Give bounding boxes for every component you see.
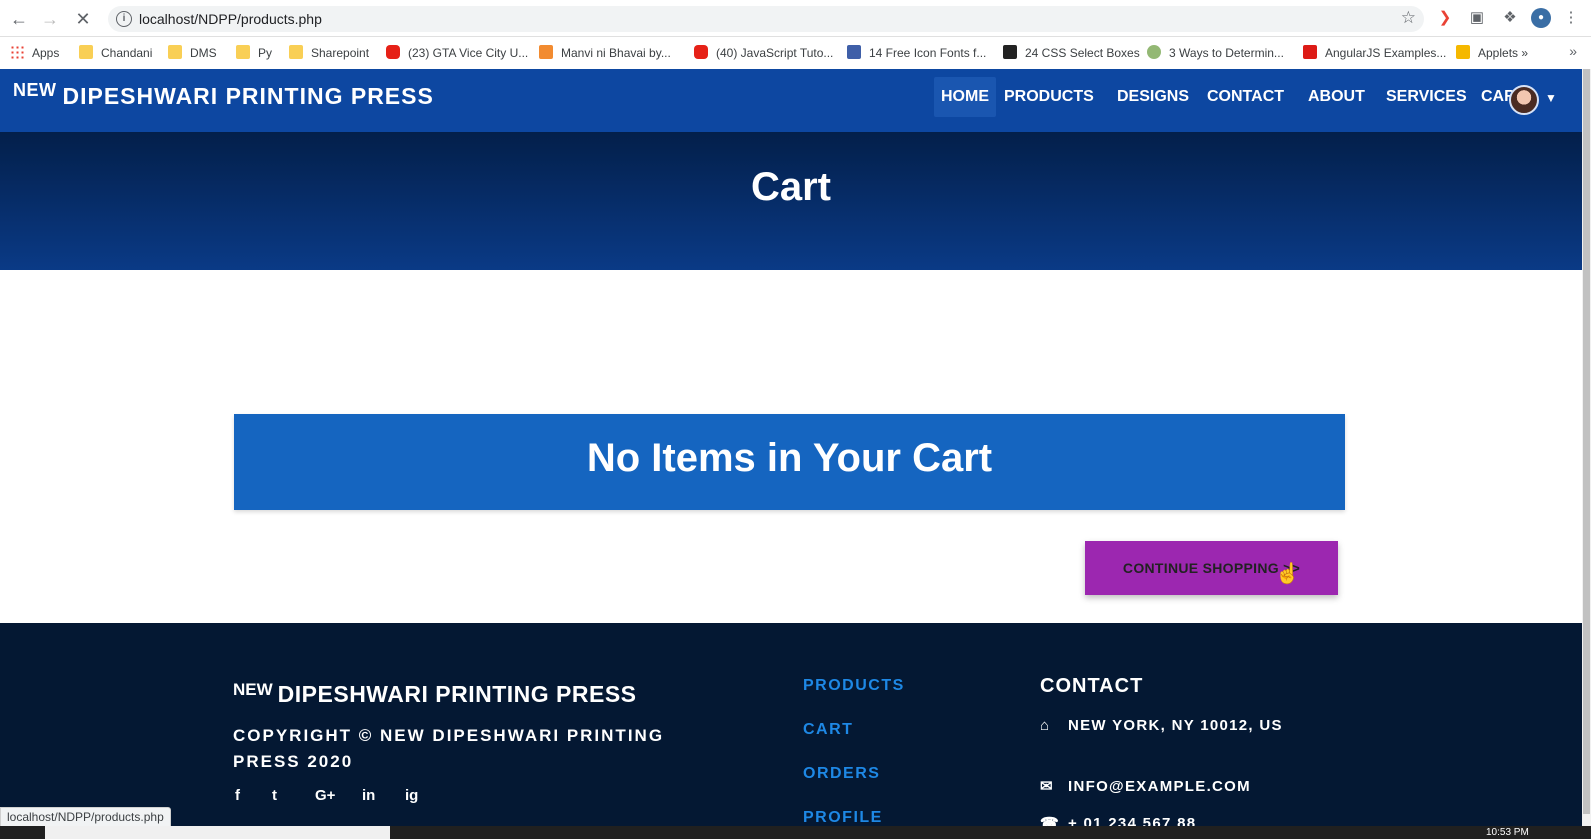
bookmark-css-select[interactable]: 24 CSS Select Boxes bbox=[1003, 43, 1140, 63]
nav-services[interactable]: SERVICES bbox=[1379, 77, 1474, 117]
linkedin-icon[interactable]: in bbox=[362, 787, 375, 804]
f-icon bbox=[1003, 45, 1017, 60]
scrollbar-thumb[interactable] bbox=[1583, 69, 1590, 814]
chevron-down-icon[interactable]: ▼ bbox=[1545, 91, 1557, 105]
bookmark-label: 24 CSS Select Boxes bbox=[1025, 46, 1140, 60]
bookmark-label: Apps bbox=[32, 46, 60, 60]
nav-designs[interactable]: DESIGNS bbox=[1110, 77, 1196, 117]
bookmark-angularjs[interactable]: AngularJS Examples... bbox=[1303, 43, 1446, 63]
fx-icon bbox=[847, 45, 861, 60]
bookmark-label: Applets » bbox=[1478, 46, 1529, 60]
bookmark-label: (40) JavaScript Tuto... bbox=[716, 46, 834, 60]
page-header: Cart bbox=[0, 132, 1582, 270]
bookmark-manvi[interactable]: Manvi ni Bhavai by... bbox=[539, 43, 671, 63]
footer-brand-name: DIPESHWARI PRINTING PRESS bbox=[277, 681, 637, 707]
nav-home[interactable]: HOME bbox=[934, 77, 996, 117]
instagram-icon[interactable]: ig bbox=[405, 787, 418, 804]
google-plus-icon[interactable]: G+ bbox=[315, 787, 335, 804]
bookmark-label: Manvi ni Bhavai by... bbox=[561, 46, 671, 60]
empty-cart-message: No Items in Your Cart bbox=[586, 436, 993, 480]
bookmark-label: Chandani bbox=[101, 46, 153, 60]
bookmark-javascript[interactable]: (40) JavaScript Tuto... bbox=[694, 43, 833, 63]
user-avatar[interactable] bbox=[1509, 85, 1539, 115]
site-footer: NEW DIPESHWARI PRINTING PRESS COPYRIGHT ©… bbox=[0, 623, 1582, 832]
bookmark-star-icon[interactable]: ☆ bbox=[1401, 8, 1416, 28]
envelope-icon: ✉ bbox=[1040, 778, 1054, 795]
brand-new: NEW bbox=[13, 80, 57, 100]
brand-logo[interactable]: NEW DIPESHWARI PRINTING PRESS bbox=[13, 80, 434, 110]
continue-shopping-button[interactable]: CONTINUE SHOPPING >> bbox=[1085, 541, 1338, 595]
bookmark-py[interactable]: Py bbox=[236, 43, 272, 63]
site-icon bbox=[539, 45, 553, 60]
taskbar-search[interactable] bbox=[45, 826, 390, 839]
url-text[interactable]: localhost/NDPP/products.php bbox=[139, 11, 322, 27]
profile-avatar-icon[interactable]: ● bbox=[1531, 8, 1551, 28]
bookmark-apps[interactable]: Apps bbox=[10, 43, 59, 63]
site-icon bbox=[1303, 45, 1317, 60]
os-taskbar: 10:53 PM bbox=[0, 826, 1591, 839]
camera-icon[interactable]: ▣ bbox=[1467, 8, 1487, 28]
bookmark-label: Py bbox=[258, 46, 273, 60]
status-bar-url: localhost/NDPP/products.php bbox=[0, 807, 171, 828]
more-bookmarks-icon[interactable]: » bbox=[1569, 43, 1577, 59]
bookmark-label: AngularJS Examples... bbox=[1325, 46, 1447, 60]
youtube-icon bbox=[694, 45, 708, 60]
taskbar-clock: 10:53 PM bbox=[1486, 827, 1529, 838]
folder-icon bbox=[289, 45, 303, 60]
footer-contact-title: CONTACT bbox=[1040, 675, 1144, 697]
facebook-icon[interactable]: f bbox=[235, 787, 240, 804]
footer-address: ⌂ NEW YORK, NY 10012, US bbox=[1040, 715, 1290, 737]
bookmark-3-ways[interactable]: 3 Ways to Determin... bbox=[1147, 43, 1284, 63]
page-scrollbar[interactable] bbox=[1582, 69, 1591, 826]
home-icon: ⌂ bbox=[1040, 717, 1051, 734]
puzzle-icon[interactable]: ❖ bbox=[1500, 8, 1520, 28]
footer-email[interactable]: ✉ INFO@EXAMPLE.COM bbox=[1040, 776, 1251, 798]
footer-link-products[interactable]: PRODUCTS bbox=[803, 677, 905, 695]
nav-about[interactable]: ABOUT bbox=[1301, 77, 1372, 117]
bookmark-label: DMS bbox=[190, 46, 217, 60]
youtube-icon bbox=[386, 45, 400, 60]
footer-link-cart[interactable]: CART bbox=[803, 721, 853, 739]
copyright-text: COPYRIGHT © NEW DIPESHWARI PRINTING PRES… bbox=[233, 726, 665, 771]
footer-link-orders[interactable]: ORDERS bbox=[803, 765, 880, 783]
footer-brand: NEW DIPESHWARI PRINTING PRESS bbox=[233, 680, 637, 708]
extension-icon[interactable]: ❯ bbox=[1435, 8, 1455, 28]
footer-brand-new: NEW bbox=[233, 680, 273, 699]
h-icon bbox=[1456, 45, 1470, 60]
back-icon[interactable]: ← bbox=[8, 8, 30, 30]
info-icon[interactable]: i bbox=[116, 11, 132, 27]
folder-icon bbox=[236, 45, 250, 60]
folder-icon bbox=[168, 45, 182, 60]
browser-toolbar: ← → ✕ i localhost/NDPP/products.php ☆ ❯ … bbox=[0, 0, 1591, 37]
bookmark-label: Sharepoint bbox=[311, 46, 370, 60]
nav-contact[interactable]: CONTACT bbox=[1200, 77, 1291, 117]
menu-dots-icon[interactable]: ⋮ bbox=[1561, 8, 1581, 28]
nav-products[interactable]: PRODUCTS bbox=[997, 77, 1101, 117]
bookmark-chandani[interactable]: Chandani bbox=[79, 43, 152, 63]
wikihow-icon bbox=[1147, 45, 1161, 60]
bookmark-icon-fonts[interactable]: 14 Free Icon Fonts f... bbox=[847, 43, 986, 63]
apps-grid-icon bbox=[10, 45, 24, 60]
bookmark-sharepoint[interactable]: Sharepoint bbox=[289, 43, 369, 63]
bookmark-label: 3 Ways to Determin... bbox=[1169, 46, 1284, 60]
bookmark-gta[interactable]: (23) GTA Vice City U... bbox=[386, 43, 528, 63]
twitter-icon[interactable]: t bbox=[272, 787, 277, 804]
hand-cursor-icon: ☝ bbox=[1275, 563, 1300, 585]
address-bar[interactable]: i localhost/NDPP/products.php ☆ bbox=[108, 6, 1424, 32]
empty-cart-banner: No Items in Your Cart bbox=[234, 414, 1345, 510]
footer-link-profile[interactable]: PROFILE bbox=[803, 809, 883, 827]
bookmarks-bar: Apps Chandani DMS Py Sharepoint (23) GTA… bbox=[0, 37, 1591, 69]
bookmark-applets[interactable]: Applets » bbox=[1456, 43, 1528, 63]
forward-icon[interactable]: → bbox=[39, 8, 61, 30]
stop-loading-icon[interactable]: ✕ bbox=[72, 8, 94, 30]
address-text: NEW YORK, NY 10012, US bbox=[1068, 717, 1283, 734]
site-navbar: NEW DIPESHWARI PRINTING PRESS HOME PRODUC… bbox=[0, 69, 1582, 132]
folder-icon bbox=[79, 45, 93, 60]
page-title: Cart bbox=[750, 165, 832, 209]
email-text: INFO@EXAMPLE.COM bbox=[1068, 778, 1251, 795]
bookmark-dms[interactable]: DMS bbox=[168, 43, 217, 63]
bookmark-label: 14 Free Icon Fonts f... bbox=[869, 46, 987, 60]
bookmark-label: (23) GTA Vice City U... bbox=[408, 46, 529, 60]
brand-name: DIPESHWARI PRINTING PRESS bbox=[62, 83, 434, 109]
